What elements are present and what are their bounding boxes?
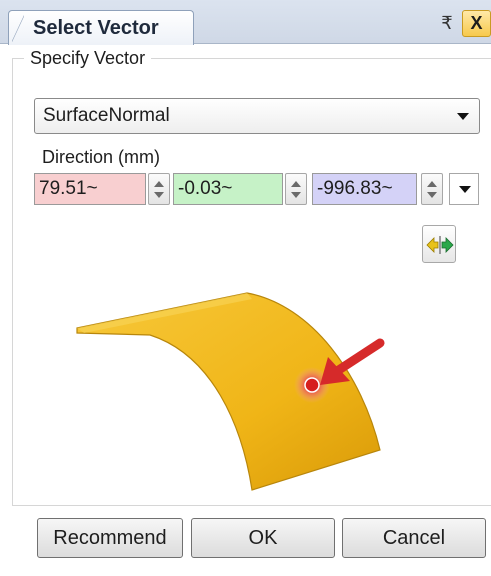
recommend-button[interactable]: Recommend: [37, 518, 183, 558]
method-select-value: SurfaceNormal: [43, 105, 170, 126]
surface-preview-graphic: [76, 292, 385, 491]
direction-x-field[interactable]: 79.51~: [34, 173, 146, 205]
pin-dropdown-icon[interactable]: ₹: [438, 12, 456, 34]
cancel-button[interactable]: Cancel: [342, 518, 486, 558]
group-title: Specify Vector: [24, 48, 152, 69]
method-select[interactable]: SurfaceNormal: [34, 98, 480, 134]
tab-select-vector[interactable]: Select Vector: [8, 10, 194, 45]
close-button[interactable]: X: [462, 10, 491, 37]
chevron-down-icon: [457, 113, 469, 120]
direction-z-spinner[interactable]: [421, 173, 443, 205]
ok-button[interactable]: OK: [191, 518, 335, 558]
reverse-direction-button[interactable]: [422, 225, 456, 263]
direction-options-dropdown[interactable]: [449, 173, 479, 205]
direction-x-spinner[interactable]: [148, 173, 170, 205]
direction-y-spinner[interactable]: [285, 173, 307, 205]
vector-preview: [62, 285, 392, 495]
direction-label: Direction (mm): [42, 147, 161, 167]
direction-z-field[interactable]: -996.83~: [312, 173, 417, 205]
reverse-direction-icon: [426, 236, 454, 254]
direction-y-field[interactable]: -0.03~: [173, 173, 283, 205]
